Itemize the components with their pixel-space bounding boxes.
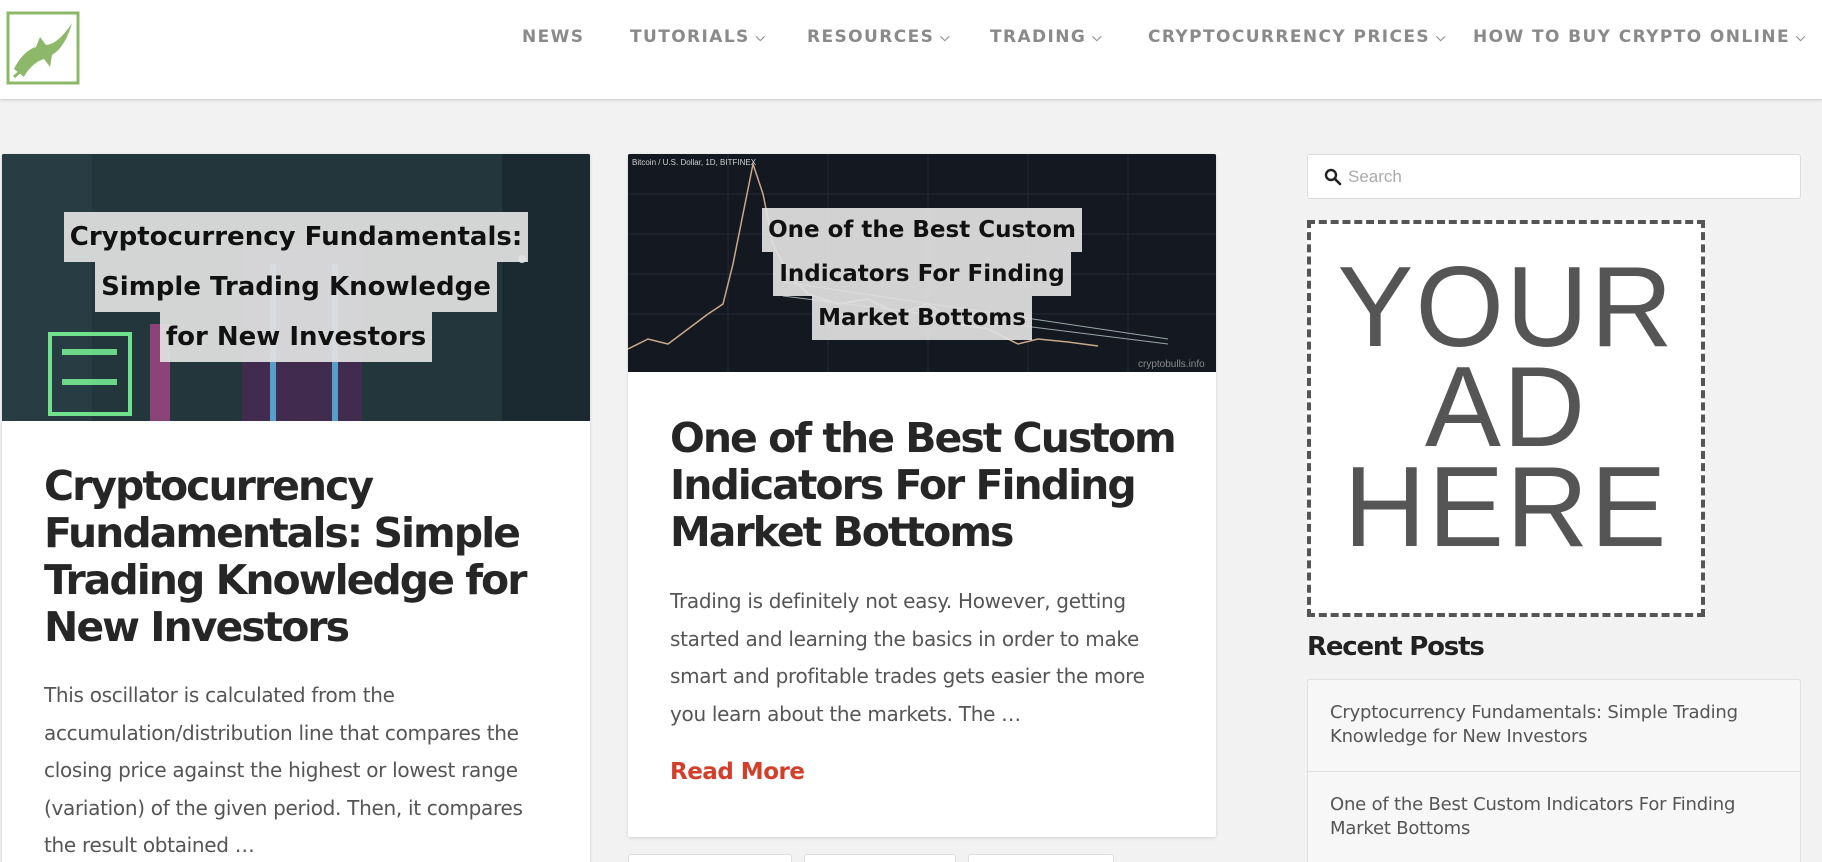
post-excerpt: Trading is definitely not easy. However,…	[670, 589, 1145, 726]
nav-item-trading[interactable]: TRADING ⌵	[990, 24, 1101, 50]
watermark: cryptobulls.info	[1138, 359, 1205, 370]
recent-post-link[interactable]: One of the Best Custom Indicators For Fi…	[1330, 793, 1780, 841]
recent-post-link[interactable]: Cryptocurrency Fundamentals: Simple Trad…	[1330, 701, 1780, 749]
thumbnail-title: One of the Best Custom Indicators For Fi…	[628, 208, 1216, 340]
double-chevron-down-icon: ⌵	[1092, 30, 1102, 44]
recent-posts-heading: Recent Posts	[1307, 632, 1485, 662]
double-chevron-down-icon: ⌵	[755, 30, 765, 44]
divider	[1308, 771, 1800, 772]
chart-caption: Bitcoin / U.S. Dollar, 1D, BITFINEX	[632, 158, 757, 167]
nav-item-cryptocurrency-prices[interactable]: CRYPTOCURRENCY PRICES ⌵	[1148, 24, 1445, 50]
nav-item-label: TUTORIALS	[630, 27, 750, 47]
thumbnail-title: Cryptocurrency Fundamentals: Simple Trad…	[2, 212, 590, 362]
recent-posts-list: Cryptocurrency Fundamentals: Simple Trad…	[1307, 679, 1801, 862]
nav-item-resources[interactable]: RESOURCES ⌵	[807, 24, 949, 50]
nav-item-label: TRADING	[990, 27, 1087, 47]
double-chevron-down-icon: ⌵	[1795, 30, 1806, 44]
nav-item-label: RESOURCES	[807, 27, 935, 47]
nav-item-news[interactable]: NEWS	[522, 24, 584, 50]
read-more-link[interactable]: Read More	[670, 759, 805, 785]
tag-chip[interactable]	[804, 854, 956, 862]
post-card: Bitcoin / U.S. Dollar, 1D, BITFINEX cryp…	[628, 154, 1216, 837]
ad-text-line: YOUR	[1337, 244, 1675, 371]
post-thumbnail[interactable]: Cryptocurrency Fundamentals: Simple Trad…	[2, 154, 590, 421]
post-card: Cryptocurrency Fundamentals: Simple Trad…	[2, 154, 590, 862]
nav-item-label: NEWS	[522, 27, 585, 47]
ad-text-line: HERE	[1343, 444, 1669, 571]
double-chevron-down-icon: ⌵	[1436, 30, 1446, 44]
post-thumbnail[interactable]: Bitcoin / U.S. Dollar, 1D, BITFINEX cryp…	[628, 154, 1216, 372]
main-nav: NEWS TUTORIALS ⌵ RESOURCES ⌵ TRADING ⌵ CRYP…	[0, 24, 1822, 50]
search-box	[1307, 154, 1801, 199]
post-title[interactable]: Cryptocurrency Fundamentals: Simple Trad…	[44, 463, 564, 651]
double-chevron-down-icon: ⌵	[940, 30, 950, 44]
post-title[interactable]: One of the Best Custom Indicators For Fi…	[670, 415, 1190, 556]
tag-chip[interactable]	[968, 854, 1114, 862]
post-excerpt: This oscillator is calculated from the a…	[44, 683, 523, 857]
search-input[interactable]	[1348, 155, 1788, 198]
site-header: NEWS TUTORIALS ⌵ RESOURCES ⌵ TRADING ⌵ CRYP…	[0, 0, 1822, 99]
tag-chip[interactable]	[628, 854, 792, 862]
nav-item-label: HOW TO BUY CRYPTO ONLINE	[1473, 27, 1790, 47]
nav-item-how-to-buy-crypto-online[interactable]: HOW TO BUY CRYPTO ONLINE ⌵	[1473, 24, 1805, 50]
nav-item-label: CRYPTOCURRENCY PRICES	[1148, 27, 1431, 47]
ad-text-line: AD	[1424, 344, 1588, 471]
nav-item-tutorials[interactable]: TUTORIALS ⌵	[630, 24, 765, 50]
search-icon	[1324, 168, 1342, 186]
ad-placeholder[interactable]: YOUR AD HERE	[1307, 220, 1705, 617]
